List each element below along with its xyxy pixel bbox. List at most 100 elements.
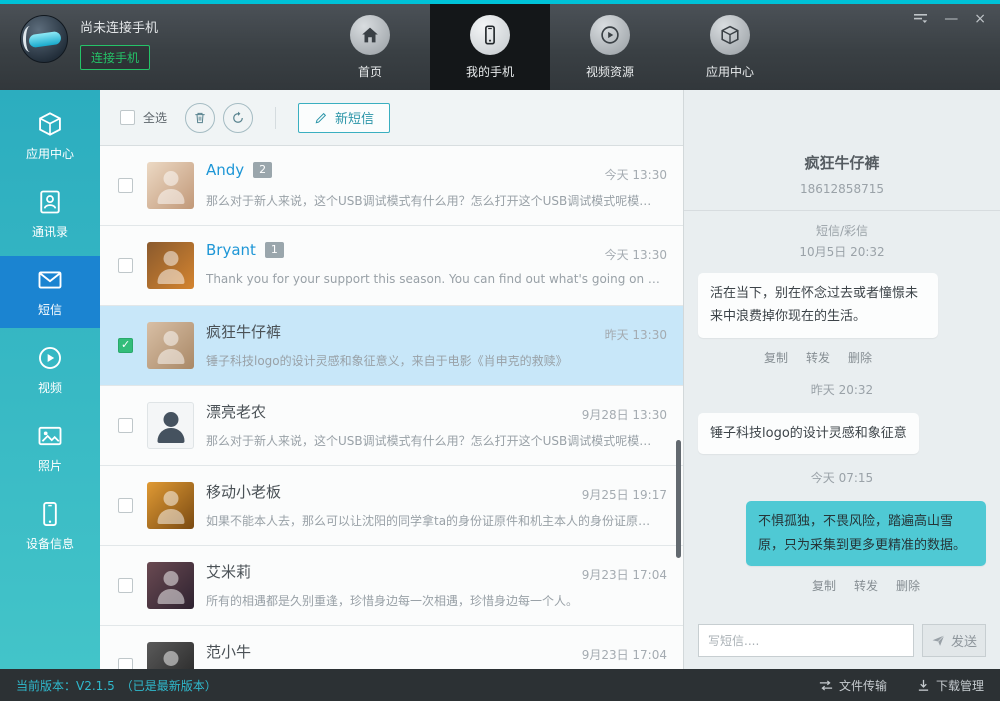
delete-action[interactable]: 删除 <box>896 577 920 594</box>
play-circle-icon <box>590 14 630 55</box>
conversation-name: 疯狂牛仔裤 <box>206 323 282 341</box>
transfer-arrows-icon <box>819 680 833 691</box>
titlebar: 尚未连接手机 连接手机 首页 我的手机 视频资源 应用中心 — × <box>0 0 1000 90</box>
avatar <box>147 562 194 609</box>
conversation-detail-panel: 疯狂牛仔裤 18612858715 短信/彩信 10月5日 20:32 活在当下… <box>683 90 1000 669</box>
new-sms-label: 新短信 <box>335 112 375 127</box>
sidebar-item-sms[interactable]: 短信 <box>0 256 100 328</box>
sidebar-label: 视频 <box>37 381 62 395</box>
version-note: （已是最新版本） <box>120 678 217 693</box>
select-all-label: 全选 <box>143 111 168 125</box>
tab-app-center-label: 应用中心 <box>705 64 754 79</box>
window-controls: — × <box>914 12 986 26</box>
minimize-icon[interactable]: — <box>944 12 958 26</box>
tab-home-label: 首页 <box>357 64 382 79</box>
conversation-date: 今天 13:30 <box>604 168 667 182</box>
select-all-checkbox[interactable] <box>120 110 135 125</box>
conversation-name: 漂亮老农 <box>206 403 267 421</box>
file-transfer-button[interactable]: 文件传输 <box>819 677 887 694</box>
message-bubble-sent: 不惧孤独，不畏风险，踏遍高山雪原，只为采集到更多更精准的数据。 <box>746 501 986 566</box>
home-icon <box>350 14 390 55</box>
statusbar-actions: 文件传输 下载管理 <box>819 677 984 694</box>
row-checkbox[interactable] <box>118 338 133 353</box>
refresh-button[interactable] <box>223 102 254 133</box>
send-label: 发送 <box>950 635 977 650</box>
toolbar-divider <box>275 106 277 129</box>
conversation-date: 今天 13:30 <box>604 248 667 262</box>
conversation-preview: Thank you for your support this season. … <box>206 272 661 286</box>
tab-my-phone-label: 我的手机 <box>465 64 514 79</box>
delete-button[interactable] <box>185 102 216 133</box>
close-icon[interactable]: × <box>974 12 986 26</box>
avatar <box>147 482 194 529</box>
detail-type-label: 短信/彩信 <box>815 224 869 238</box>
detail-divider <box>684 210 1000 211</box>
conversation-date: 9月23日 17:04 <box>581 568 667 582</box>
conversation-row[interactable]: 范小牛 9月23日 17:04 <box>100 626 683 669</box>
connect-phone-button[interactable]: 连接手机 <box>80 45 151 70</box>
conversation-date: 9月25日 19:17 <box>581 488 667 502</box>
row-checkbox[interactable] <box>118 498 133 513</box>
paper-plane-icon <box>931 633 946 648</box>
download-manager-label: 下载管理 <box>935 678 984 693</box>
row-checkbox[interactable] <box>118 418 133 433</box>
conversation-preview: 如果不能本人去，那么可以让沈阳的同学拿ta的身份证原件和机主本人的身份证原件..… <box>206 514 661 528</box>
detail-start-time: 10月5日 20:32 <box>799 245 885 259</box>
conversation-name: 移动小老板 <box>206 483 282 501</box>
row-checkbox[interactable] <box>118 258 133 273</box>
conversation-preview: 那么对于新人来说，这个USB调试模式有什么用？怎么打开这个USB调试模式呢模式呢… <box>206 194 661 208</box>
device-icon <box>36 500 64 528</box>
copy-action[interactable]: 复制 <box>812 577 836 594</box>
sms-input[interactable] <box>698 624 914 657</box>
conversation-preview: 所有的相遇都是久别重逢，珍惜身边每一次相遇，珍惜身边每一个人。 <box>206 594 579 608</box>
new-sms-button[interactable]: 新短信 <box>298 102 391 133</box>
message-timestamp: 昨天 20:32 <box>810 382 874 397</box>
message-actions: 复制 转发 删除 <box>698 349 938 366</box>
conversation-name: Andy <box>206 161 245 179</box>
sidebar-label: 应用中心 <box>25 147 74 161</box>
detail-phone-number: 18612858715 <box>800 182 884 196</box>
tab-my-phone[interactable]: 我的手机 <box>430 0 550 90</box>
delete-action[interactable]: 删除 <box>848 349 872 366</box>
forward-action[interactable]: 转发 <box>854 577 878 594</box>
sidebar: 应用中心 通讯录 短信 视频 照片 设备信息 <box>0 90 100 669</box>
row-checkbox[interactable] <box>118 658 133 669</box>
unread-badge: 2 <box>253 162 273 178</box>
sidebar-item-photos[interactable]: 照片 <box>0 412 100 484</box>
tab-video-resources[interactable]: 视频资源 <box>550 4 670 90</box>
conversation-row[interactable]: Andy 2 那么对于新人来说，这个USB调试模式有什么用？怎么打开这个USB调… <box>100 146 683 226</box>
conversation-name: 范小牛 <box>206 643 252 661</box>
app-center-icon <box>36 110 64 138</box>
tab-home[interactable]: 首页 <box>310 4 430 90</box>
sidebar-label: 照片 <box>37 459 62 473</box>
download-manager-button[interactable]: 下载管理 <box>917 677 984 694</box>
conversation-row[interactable]: 疯狂牛仔裤 锤子科技logo的设计灵感和象征意义，来自于电影《肖申克的救赎》 昨… <box>100 306 683 386</box>
sidebar-item-contacts[interactable]: 通讯录 <box>0 178 100 250</box>
conversation-row[interactable]: Bryant 1 Thank you for your support this… <box>100 226 683 306</box>
sidebar-item-video[interactable]: 视频 <box>0 334 100 406</box>
menu-icon[interactable] <box>914 13 928 25</box>
conversation-row[interactable]: 移动小老板 如果不能本人去，那么可以让沈阳的同学拿ta的身份证原件和机主本人的身… <box>100 466 683 546</box>
tab-app-center[interactable]: 应用中心 <box>670 4 790 90</box>
sidebar-label: 通讯录 <box>31 225 68 239</box>
sidebar-label: 设备信息 <box>25 537 74 551</box>
avatar <box>147 322 194 369</box>
envelope-icon <box>36 266 64 294</box>
unread-badge: 1 <box>264 242 284 258</box>
tab-video-resources-label: 视频资源 <box>585 64 634 79</box>
statusbar: 当前版本：V2.1.5 （已是最新版本） 文件传输 下载管理 <box>0 669 1000 701</box>
list-scrollbar-thumb[interactable] <box>676 440 681 558</box>
send-button[interactable]: 发送 <box>922 624 986 657</box>
forward-action[interactable]: 转发 <box>806 349 830 366</box>
conversation-row[interactable]: 艾米莉 所有的相遇都是久别重逢，珍惜身边每一次相遇，珍惜身边每一个人。 9月23… <box>100 546 683 626</box>
row-checkbox[interactable] <box>118 578 133 593</box>
compose-bar: 发送 <box>698 624 986 657</box>
copy-action[interactable]: 复制 <box>764 349 788 366</box>
pencil-icon <box>314 111 328 125</box>
conversation-name: Bryant <box>206 241 256 259</box>
sidebar-item-device-info[interactable]: 设备信息 <box>0 490 100 562</box>
sidebar-item-app-center[interactable]: 应用中心 <box>0 100 100 172</box>
row-checkbox[interactable] <box>118 178 133 193</box>
conversation-row[interactable]: 漂亮老农 那么对于新人来说，这个USB调试模式有什么用？怎么打开这个USB调试模… <box>100 386 683 466</box>
avatar <box>147 162 194 209</box>
